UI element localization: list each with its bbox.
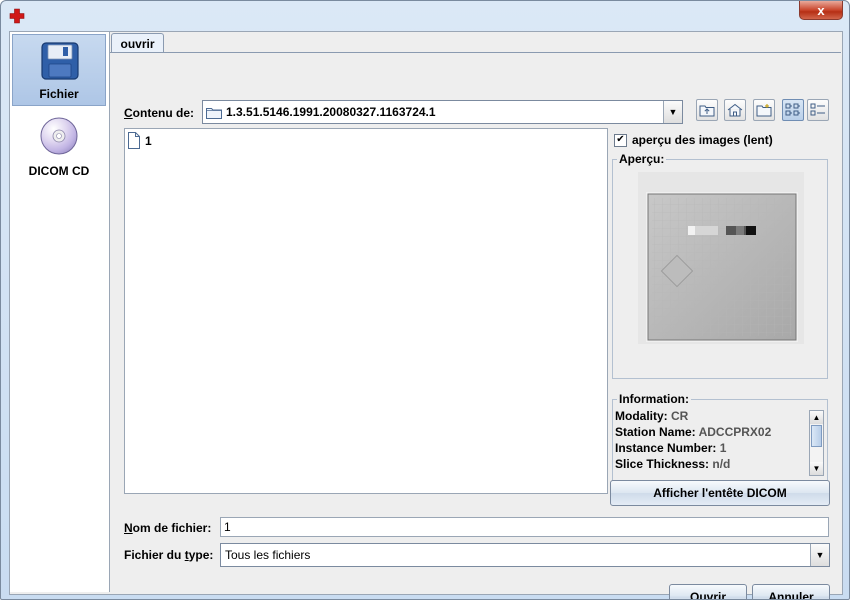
tab-label: ouvrir bbox=[120, 36, 155, 51]
title-bar: x bbox=[1, 1, 849, 31]
open-button[interactable]: Ouvrir bbox=[669, 584, 747, 599]
file-icon bbox=[128, 132, 140, 149]
list-item[interactable]: 1 bbox=[127, 132, 152, 149]
source-sidebar: Fichier DICOM CD bbox=[10, 32, 110, 592]
info-row-instance-number: Instance Number: 1 bbox=[615, 441, 727, 455]
info-row-station-name: Station Name: ADCCPRX02 bbox=[615, 425, 772, 439]
details-view-icon bbox=[810, 103, 825, 116]
info-row-slice-thickness: Slice Thickness: n/d bbox=[615, 457, 731, 471]
location-value: 1.3.51.5146.1991.20080327.1163724.1 bbox=[226, 105, 436, 119]
sidebar-item-fichier[interactable]: Fichier bbox=[12, 34, 106, 106]
close-button[interactable]: x bbox=[799, 1, 843, 20]
preview-group: Aperçu: bbox=[612, 152, 828, 379]
chevron-down-icon[interactable]: ▼ bbox=[810, 544, 829, 566]
home-button[interactable] bbox=[724, 99, 746, 121]
filetype-label: Fichier du type: bbox=[124, 548, 214, 562]
location-label: Contenu de: bbox=[124, 106, 194, 120]
new-folder-button[interactable] bbox=[753, 99, 775, 121]
open-tab-panel: Contenu de: 1.3.51.5146.1991.20080327.11… bbox=[110, 52, 841, 599]
filename-value: 1 bbox=[224, 520, 231, 534]
file-list[interactable]: 1 bbox=[124, 128, 608, 494]
tab-ouvrir[interactable]: ouvrir bbox=[111, 33, 164, 53]
floppy-disk-icon bbox=[41, 42, 79, 80]
filetype-combobox[interactable]: Tous les fichiers ▼ bbox=[220, 543, 830, 567]
filetype-value: Tous les fichiers bbox=[225, 548, 311, 562]
list-view-button[interactable] bbox=[782, 99, 804, 121]
information-scrollbar[interactable]: ▲ ▼ bbox=[809, 410, 824, 476]
up-one-level-button[interactable] bbox=[696, 99, 718, 121]
filename-label: Nom de fichier: bbox=[124, 521, 212, 535]
show-dicom-header-button[interactable]: Afficher l'entête DICOM bbox=[610, 480, 830, 506]
location-combobox[interactable]: 1.3.51.5146.1991.20080327.1163724.1 ▼ bbox=[202, 100, 683, 124]
folder-up-icon bbox=[699, 105, 715, 117]
file-dialog-window: x Fichier DICOM CD ouvrir Contenu de: 1.… bbox=[0, 0, 850, 600]
preview-checkbox[interactable]: ✔ bbox=[614, 133, 627, 147]
dialog-client-area: Fichier DICOM CD ouvrir Contenu de: 1.3.… bbox=[9, 31, 843, 599]
cd-disc-icon bbox=[40, 117, 78, 155]
filename-input[interactable]: 1 bbox=[220, 517, 829, 537]
folder-icon bbox=[206, 107, 222, 119]
scroll-down-icon[interactable]: ▼ bbox=[810, 462, 823, 475]
sidebar-item-label: DICOM CD bbox=[28, 164, 90, 178]
file-name: 1 bbox=[145, 133, 152, 148]
sidebar-item-label: Fichier bbox=[39, 87, 79, 101]
preview-checkbox-row[interactable]: ✔ aperçu des images (lent) bbox=[614, 133, 773, 147]
app-red-cross-icon bbox=[9, 8, 25, 24]
cancel-button[interactable]: Annuler bbox=[752, 584, 830, 599]
preview-checkbox-label: aperçu des images (lent) bbox=[632, 133, 773, 147]
information-list: Modality: CR Station Name: ADCCPRX02 Ins… bbox=[615, 408, 828, 480]
new-folder-icon bbox=[756, 104, 772, 117]
sidebar-item-dicom-cd[interactable]: DICOM CD bbox=[12, 110, 106, 182]
scroll-up-icon[interactable]: ▲ bbox=[810, 411, 823, 424]
home-icon bbox=[727, 103, 743, 117]
details-view-button[interactable] bbox=[807, 99, 829, 121]
preview-group-title: Aperçu: bbox=[617, 152, 667, 166]
information-group-title: Information: bbox=[617, 392, 691, 406]
scroll-thumb[interactable] bbox=[811, 425, 822, 447]
info-row-modality: Modality: CR bbox=[615, 409, 689, 423]
list-view-icon bbox=[785, 103, 800, 116]
chevron-down-icon[interactable]: ▼ bbox=[663, 101, 682, 123]
dicom-preview-image bbox=[638, 172, 804, 344]
information-group: Information: Modality: CR Station Name: … bbox=[612, 392, 828, 483]
